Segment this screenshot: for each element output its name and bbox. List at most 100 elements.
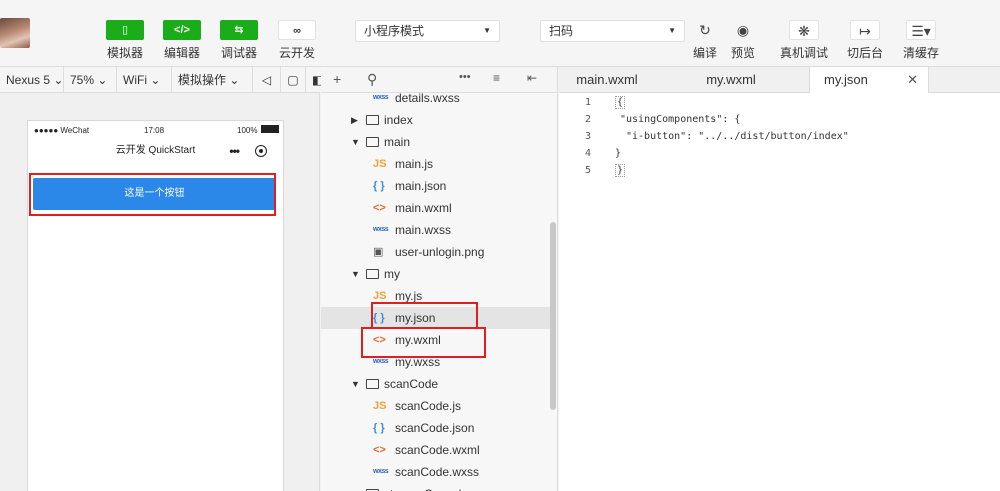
tree-file[interactable]: wxss details.wxss: [321, 93, 550, 109]
mode-select[interactable]: 小程序模式 ▼: [355, 20, 500, 42]
chevron-down-icon: ⌄: [97, 73, 108, 87]
split-icon[interactable]: ◧: [306, 67, 323, 93]
tree-item-label: scanCode.json: [395, 421, 475, 435]
collapse-icon[interactable]: ⇤: [527, 71, 537, 85]
debugger-button[interactable]: ⇆ 调试器: [214, 20, 264, 61]
line-number: 2: [584, 114, 591, 125]
chevron-down-icon[interactable]: ▼: [351, 263, 360, 285]
compile-button[interactable]: ↻ 编译: [688, 20, 722, 61]
tree-item-label: my: [384, 267, 400, 281]
tree-item-label: main.wxml: [395, 201, 452, 215]
switch-background-button[interactable]: ↦ 切后台: [843, 20, 887, 61]
clear-cache-button[interactable]: ☰▾ 清缓存: [899, 20, 943, 61]
tree-item-label: scanCode.wxml: [395, 443, 480, 457]
line-number: 3: [584, 131, 591, 142]
simulator-toolbar: Nexus 5 ⌄ 75% ⌄ WiFi ⌄ 模拟操作 ⌄ ◁ ▢ ◧: [0, 67, 323, 93]
battery-label: 100%: [237, 126, 258, 135]
chevron-down-icon: ⌄: [229, 73, 240, 87]
folder-icon: [366, 137, 379, 147]
eye-icon: ◉: [736, 22, 750, 38]
window-icon[interactable]: ▢: [281, 67, 306, 93]
code-line: "i-button": "../../dist/button/index": [626, 131, 849, 142]
tree-file[interactable]: { } main.json: [321, 175, 550, 197]
explorer-toolbar: + ⚲ ••• ≡ ⇤: [321, 67, 558, 93]
js-file-icon: JS: [373, 158, 387, 170]
chevron-down-icon[interactable]: ▼: [351, 483, 360, 491]
tree-folder[interactable]: ▶ index: [321, 109, 550, 131]
wxml-file-icon: <>: [373, 444, 386, 456]
real-device-debug-button[interactable]: ❋ 真机调试: [778, 20, 830, 61]
debug-icon: ⇆: [220, 20, 258, 40]
device-select[interactable]: Nexus 5 ⌄: [0, 67, 64, 93]
folder-icon: [366, 115, 379, 125]
add-icon[interactable]: +: [333, 71, 341, 87]
sort-icon[interactable]: ≡: [493, 71, 500, 85]
chevron-down-icon: ⌄: [53, 73, 64, 87]
simulator-panel: ●●●●● WeChat 17:08 100% 云开发 QuickStart •…: [0, 93, 320, 491]
compile-mode-select[interactable]: 扫码 ▼: [540, 20, 685, 42]
highlight-box: [371, 302, 478, 329]
time-label: 17:08: [144, 126, 165, 135]
editor-button[interactable]: </> 编辑器: [157, 20, 207, 61]
cloud-link-icon: ∞: [278, 20, 316, 40]
search-icon[interactable]: ⚲: [367, 71, 377, 88]
operation-select[interactable]: 模拟操作 ⌄: [172, 67, 253, 93]
cloud-button[interactable]: ∞ 云开发: [272, 20, 322, 61]
tab-my-wxml[interactable]: my.wxml: [691, 67, 771, 93]
tree-file[interactable]: wxss main.wxss: [321, 219, 550, 241]
tree-file[interactable]: JS scanCode.js: [321, 395, 550, 417]
network-select[interactable]: WiFi ⌄: [117, 67, 172, 93]
carrier-label: ●●●●● WeChat: [34, 126, 90, 135]
chevron-down-icon[interactable]: ▼: [351, 373, 360, 395]
more-icon[interactable]: •••: [229, 139, 240, 163]
wxss-file-icon: wxss: [373, 94, 389, 101]
line-number: 5: [584, 165, 591, 176]
line-number: 4: [584, 148, 591, 159]
code-line: {: [615, 96, 626, 109]
wxss-file-icon: wxss: [373, 226, 389, 233]
layers-icon: ☰▾: [906, 20, 936, 40]
tree-file[interactable]: ▣ user-unlogin.png: [321, 241, 550, 263]
close-circle-icon[interactable]: [255, 145, 267, 157]
folder-icon: [366, 269, 379, 279]
tree-item-label: main.wxss: [395, 223, 452, 237]
editor-tabs: main.wxml my.wxml my.json ✕: [559, 67, 1000, 93]
user-avatar[interactable]: [0, 18, 30, 48]
simulator-button[interactable]: ▯ 模拟器: [100, 20, 150, 61]
explorer-scrollbar[interactable]: [550, 222, 556, 410]
close-icon[interactable]: ✕: [907, 67, 918, 93]
tab-my-json[interactable]: my.json ✕: [809, 67, 929, 93]
zoom-select[interactable]: 75% ⌄: [64, 67, 117, 93]
nav-bar: 云开发 QuickStart •••: [28, 139, 283, 163]
tree-file[interactable]: wxss scanCode.wxss: [321, 461, 550, 483]
tree-folder[interactable]: ▼ main: [321, 131, 550, 153]
folder-icon: [366, 379, 379, 389]
chevron-down-icon: ▼: [483, 26, 491, 35]
chevron-down-icon[interactable]: ▼: [351, 131, 360, 153]
tree-file[interactable]: { } scanCode.json: [321, 417, 550, 439]
phone-icon: ▯: [106, 20, 144, 40]
preview-button[interactable]: ◉ 预览: [726, 20, 760, 61]
code-editor[interactable]: 1 2 3 4 5 { "usingComponents": { "i-butt…: [559, 93, 1000, 491]
tree-file[interactable]: <> main.wxml: [321, 197, 550, 219]
bug-icon: ❋: [789, 20, 819, 40]
tree-item-label: details.wxss: [395, 93, 460, 105]
json-file-icon: { }: [373, 180, 385, 192]
tree-folder[interactable]: ▼ scanCode: [321, 373, 550, 395]
more-icon[interactable]: •••: [459, 71, 471, 83]
status-bar: ●●●●● WeChat 17:08 100%: [28, 121, 283, 139]
line-number: 1: [584, 97, 591, 108]
file-explorer: wxss details.wxss ▶ index ▼ main JS main.js { } m…: [321, 93, 558, 491]
tree-file[interactable]: JS main.js: [321, 153, 550, 175]
chevron-right-icon[interactable]: ▶: [351, 109, 358, 131]
tree-item-label: main.json: [395, 179, 447, 193]
tree-item-label: main: [384, 135, 411, 149]
tree-folder[interactable]: ▼ my: [321, 263, 550, 285]
tree-file[interactable]: <> scanCode.wxml: [321, 439, 550, 461]
tree-folder[interactable]: ▼ storageConsole: [321, 483, 550, 491]
code-line: "usingComponents": {: [620, 114, 741, 125]
volume-icon[interactable]: ◁: [253, 67, 281, 93]
tree-item-label: main.js: [395, 157, 434, 171]
chevron-down-icon: ⌄: [150, 73, 161, 87]
tab-main-wxml[interactable]: main.wxml: [559, 67, 655, 93]
